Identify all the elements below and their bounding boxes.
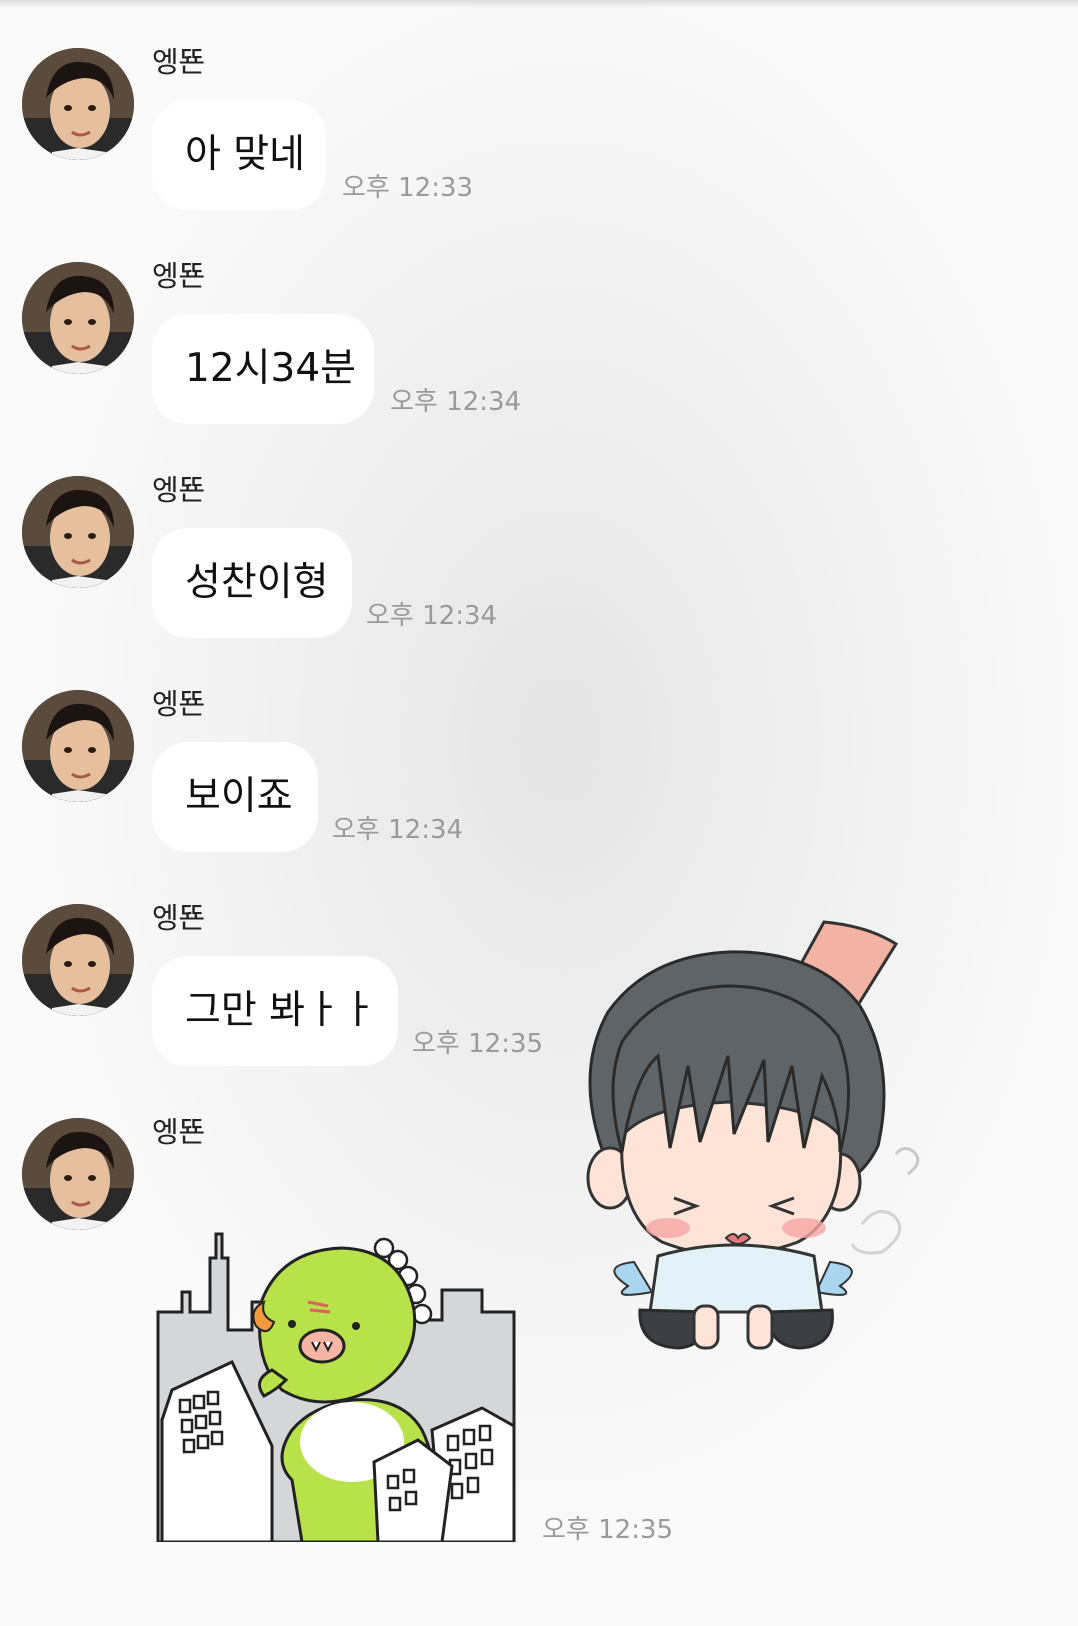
avatar[interactable] <box>22 690 134 802</box>
message-time: 오후 12:35 <box>542 1515 674 1545</box>
message-bubble[interactable]: 보이죠 <box>152 742 318 852</box>
message-bubble[interactable]: 성찬이형 <box>152 528 352 638</box>
message-bubble[interactable]: 아 맞네 <box>152 100 326 210</box>
avatar[interactable] <box>22 904 134 1016</box>
avatar[interactable] <box>22 1118 134 1230</box>
sender-name: 엥뚄 <box>152 473 206 507</box>
dinosaur-city-sticker[interactable] <box>152 1230 518 1542</box>
sender-name: 엥뚄 <box>152 45 206 79</box>
message-bubble[interactable]: 그만 봐ㅏㅏ <box>152 956 398 1066</box>
sender-name: 엥뚄 <box>152 901 206 935</box>
message-bubble[interactable]: 12시34분 <box>152 314 374 424</box>
message-time: 오후 12:33 <box>342 173 474 203</box>
avatar[interactable] <box>22 476 134 588</box>
avatar[interactable] <box>22 48 134 160</box>
sender-name: 엥뚄 <box>152 1115 206 1149</box>
message-time: 오후 12:34 <box>390 387 522 417</box>
sender-name: 엥뚄 <box>152 259 206 293</box>
message-time: 오후 12:34 <box>366 601 498 631</box>
sender-name: 엥뚄 <box>152 687 206 721</box>
top-bar-shadow <box>0 0 1078 8</box>
message-time: 오후 12:35 <box>412 1029 544 1059</box>
head-pat-boy-sticker[interactable] <box>578 916 948 1356</box>
avatar[interactable] <box>22 262 134 374</box>
message-time: 오후 12:34 <box>332 815 464 845</box>
